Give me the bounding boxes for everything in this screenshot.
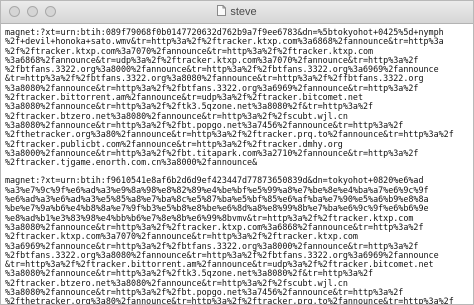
magnet-link-block: magnet:?xt=urn:btih:f9610541e8af6b2d6d9e… xyxy=(5,176,469,304)
document-text-area[interactable]: magnet:?xt=urn:btih:089f79068f0b01477206… xyxy=(1,24,473,304)
title-bar[interactable]: steve xyxy=(1,1,473,24)
text-editor-window: steve magnet:?xt=urn:btih:089f79068f0b01… xyxy=(0,0,474,305)
text-line: %2ftracker.tjgame.enorth.com.cn%3a8000%2… xyxy=(5,157,258,168)
magnet-link-block: magnet:?xt=urn:btih:089f79068f0b01477206… xyxy=(5,27,469,168)
text-line: %2fthetracker.org%3a80%2fannounce&tr=htt… xyxy=(5,296,454,304)
window-title: steve xyxy=(230,6,257,18)
document-icon xyxy=(217,5,227,16)
window-title-area: steve xyxy=(1,5,473,18)
